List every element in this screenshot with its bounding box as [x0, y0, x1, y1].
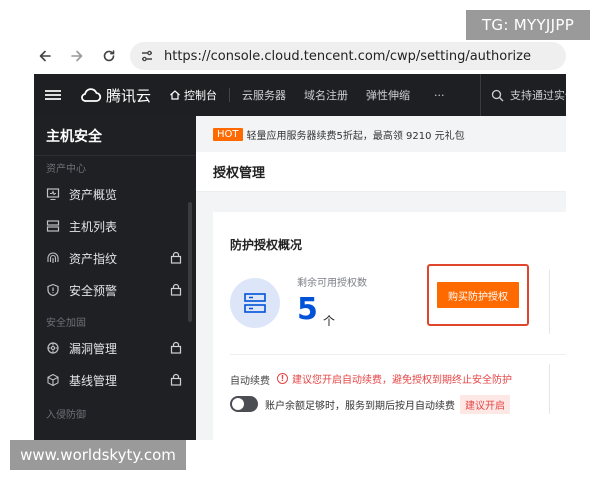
- buy-protection-license-button[interactable]: 购买防护授权: [437, 282, 519, 308]
- tencent-cloud-logo[interactable]: 腾讯云: [80, 85, 151, 106]
- watermark-top: TG: MYYJJPP: [466, 10, 590, 40]
- monitor-icon: [46, 187, 60, 201]
- sidebar-item-label: 主机列表: [69, 219, 118, 234]
- sidebar: 主机安全 资产中心 资产概览 主机列表 资产指纹 安全预警 安全加固 漏洞管理 …: [34, 116, 196, 440]
- promo-text: 轻量应用服务器续费5折起，最高领 9210 元礼包: [246, 130, 465, 142]
- auto-renew-warning: ! 建议您开启自动续费，避免授权到期终止安全防护: [277, 371, 512, 386]
- search-icon: [491, 89, 504, 101]
- console-app: 腾讯云 控制台 云服务器 域名注册 弹性伸缩 ··· 支持通过实例 主机安全 资…: [34, 74, 566, 440]
- remaining-licenses-label: 剩余可用授权数: [297, 278, 367, 289]
- divider: [230, 354, 566, 355]
- watermark-bottom: www.worldskyty.com: [10, 440, 186, 470]
- shield-alert-icon: [46, 283, 60, 297]
- divider: [549, 364, 550, 414]
- cloud-logo-icon: [81, 88, 102, 102]
- auto-renew-label: 自动续费: [230, 376, 270, 387]
- address-bar[interactable]: https://console.cloud.tencent.com/cwp/se…: [130, 42, 566, 70]
- topnav-cvm[interactable]: 云服务器: [242, 87, 286, 103]
- lock-icon: [170, 373, 182, 389]
- buy-button-highlight: 购买防护授权: [427, 264, 529, 326]
- top-navbar: 腾讯云 控制台 云服务器 域名注册 弹性伸缩 ··· 支持通过实例: [34, 74, 566, 116]
- warning-icon: !: [277, 373, 288, 384]
- logo-text: 腾讯云: [106, 86, 152, 105]
- search-placeholder: 支持通过实例: [510, 89, 566, 102]
- sidebar-item-security-alert[interactable]: 安全预警: [34, 274, 196, 306]
- promo-notice[interactable]: HOT 轻量应用服务器续费5折起，最高领 9210 元礼包: [196, 116, 566, 152]
- card-title: 防护授权概况: [230, 238, 303, 252]
- toggle-knob: [232, 398, 244, 410]
- lock-icon: [170, 341, 182, 357]
- hot-badge: HOT: [213, 127, 243, 141]
- sidebar-scrollbar[interactable]: [188, 202, 192, 322]
- sidebar-item-host-list[interactable]: 主机列表: [34, 210, 196, 242]
- divider: [549, 270, 550, 334]
- sidebar-item-asset-fingerprint[interactable]: 资产指纹: [34, 242, 196, 274]
- remaining-licenses-value: 5: [297, 292, 318, 327]
- reload-icon[interactable]: [98, 45, 120, 67]
- remaining-licenses-unit: 个: [323, 314, 336, 328]
- sidebar-title: 主机安全: [34, 116, 196, 156]
- sidebar-item-label: 资产概览: [69, 187, 118, 202]
- warning-text: 建议您开启自动续费，避免授权到期终止安全防护: [292, 375, 512, 386]
- browser-toolbar: https://console.cloud.tencent.com/cwp/se…: [34, 40, 566, 72]
- server-list-icon: [46, 219, 60, 233]
- sidebar-section-intrusion: 入侵防御: [46, 409, 86, 421]
- auto-renew-toggle[interactable]: [230, 396, 258, 412]
- back-icon[interactable]: [34, 45, 56, 67]
- sidebar-item-label: 资产指纹: [69, 251, 118, 266]
- top-search[interactable]: 支持通过实例: [480, 74, 566, 116]
- home-icon: [170, 90, 180, 100]
- topnav-console[interactable]: 控制台: [169, 87, 217, 103]
- lock-icon: [170, 251, 182, 267]
- sidebar-item-label: 安全预警: [69, 283, 118, 298]
- sidebar-item-asset-overview[interactable]: 资产概览: [34, 178, 196, 210]
- sidebar-item-baseline-management[interactable]: 基线管理: [34, 364, 196, 396]
- main-content: HOT 轻量应用服务器续费5折起，最高领 9210 元礼包 授权管理 防护授权概…: [196, 116, 566, 440]
- auto-renew-description: 账户余额足够时，服务到期后按月自动续费: [265, 401, 455, 412]
- sidebar-section-hardening: 安全加固: [46, 317, 86, 329]
- menu-icon[interactable]: [34, 74, 72, 116]
- sidebar-section-asset: 资产中心: [46, 163, 86, 175]
- sidebar-item-label: 漏洞管理: [69, 341, 118, 356]
- bug-icon: [46, 341, 60, 355]
- site-settings-icon[interactable]: [138, 47, 156, 65]
- topnav-autoscaling[interactable]: 弹性伸缩: [366, 87, 410, 103]
- page-title: 授权管理: [196, 152, 566, 192]
- forward-icon[interactable]: [66, 45, 88, 67]
- license-icon: [230, 278, 280, 328]
- sidebar-item-vuln-management[interactable]: 漏洞管理: [34, 332, 196, 364]
- suggest-enable-badge: 建议开启: [460, 395, 510, 414]
- url-text: https://console.cloud.tencent.com/cwp/se…: [164, 48, 531, 64]
- topnav-more[interactable]: ···: [434, 89, 445, 102]
- topnav-domain[interactable]: 域名注册: [304, 87, 348, 103]
- fingerprint-icon: [46, 251, 60, 265]
- topnav-divider: [229, 88, 231, 102]
- cube-icon: [46, 373, 60, 387]
- authorization-overview-card: 防护授权概况 剩余可用授权数 5 个 购买防护授权 自动续费 ! 建议您开启自动…: [213, 212, 566, 440]
- lock-icon: [170, 283, 182, 299]
- sidebar-item-label: 基线管理: [69, 373, 118, 388]
- screenshot: TG: MYYJJPP https://console.cloud.tencen…: [0, 0, 600, 480]
